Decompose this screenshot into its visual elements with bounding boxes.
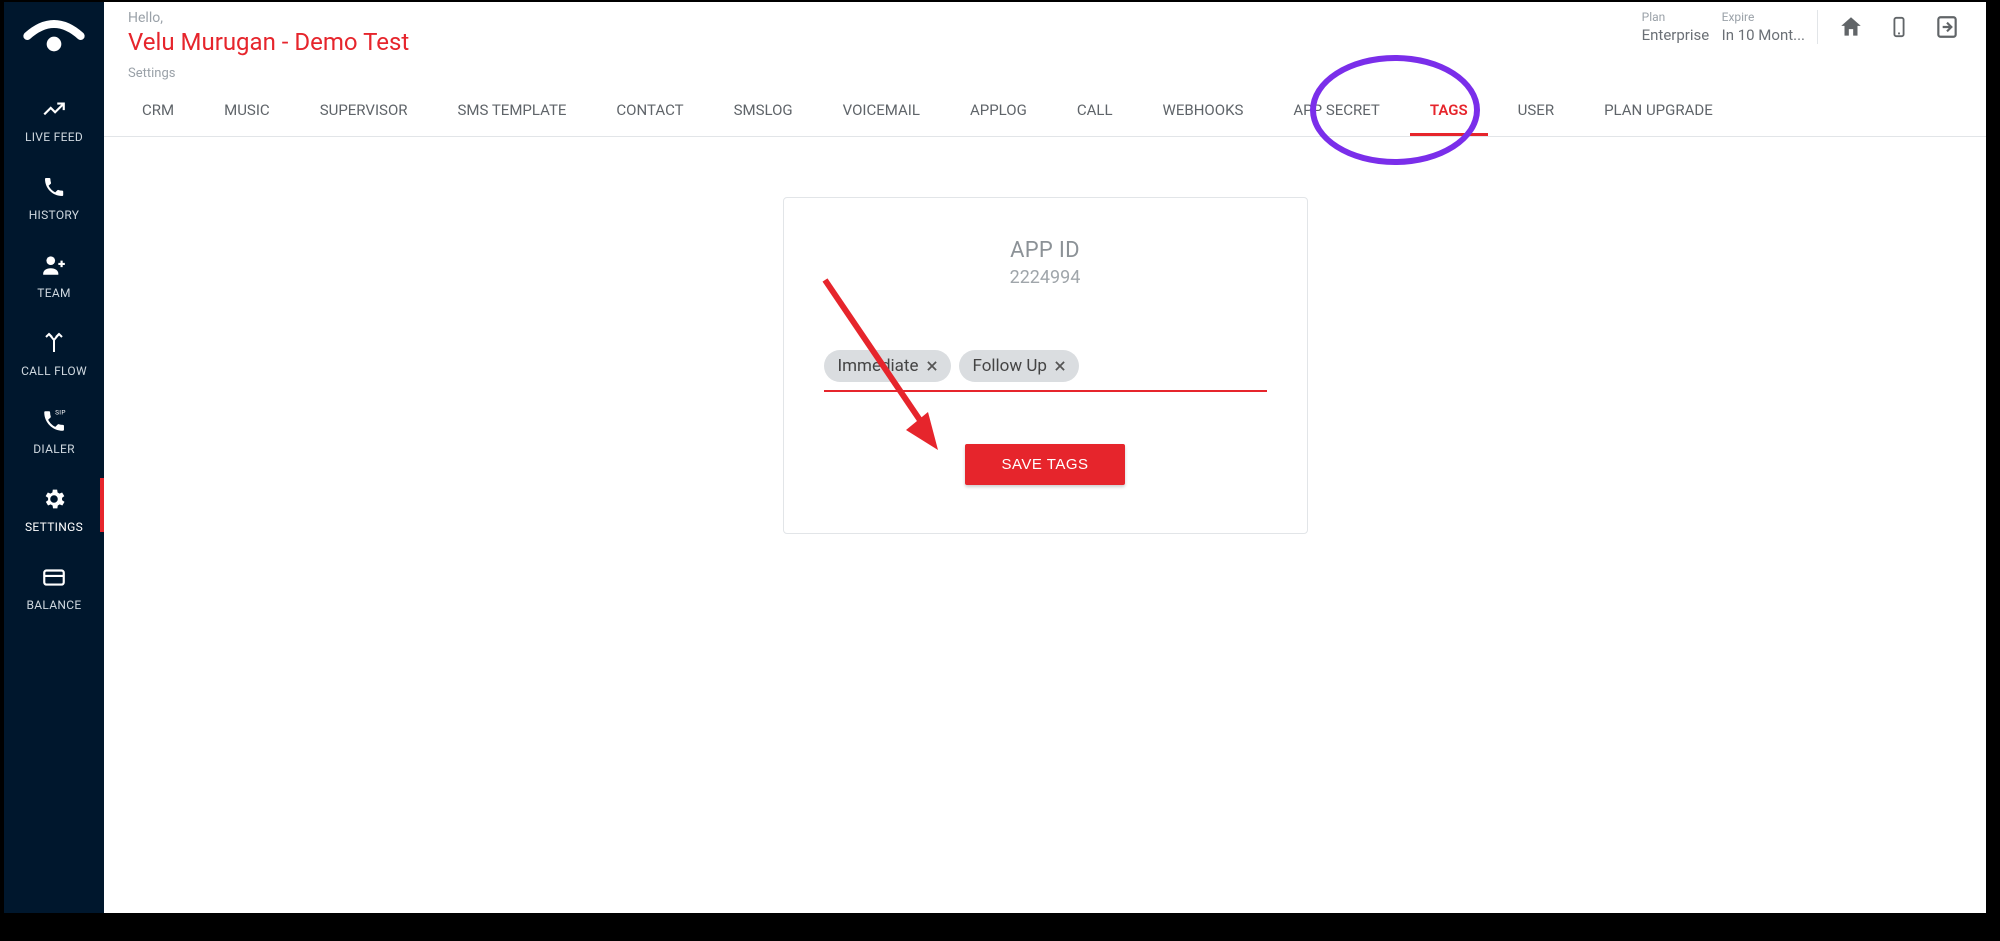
tag-chip-label: Follow Up (973, 356, 1047, 376)
tab-webhooks[interactable]: WEBHOOKS (1143, 87, 1264, 136)
team-add-icon (39, 250, 69, 280)
mobile-icon[interactable] (1884, 12, 1914, 42)
trend-icon (39, 94, 69, 124)
annotation-ellipse (1310, 55, 1480, 165)
tag-chip-label: Immediate (838, 356, 919, 376)
settings-tabs: CRM MUSIC SUPERVISOR SMS TEMPLATE CONTAC… (104, 87, 1986, 137)
tab-smslog[interactable]: SMSLOG (714, 87, 813, 136)
greeting-block: Hello, Velu Murugan - Demo Test (128, 10, 409, 56)
sidebar-item-label: DIALER (8, 442, 100, 456)
expire-label: Expire (1722, 10, 1805, 24)
sidebar-item-settings[interactable]: SETTINGS (4, 466, 104, 544)
tab-music[interactable]: MUSIC (204, 87, 290, 136)
save-tags-button[interactable]: SAVE TAGS (965, 444, 1124, 485)
content-area: APP ID 2224994 Immediate Follow Up (104, 137, 1986, 913)
sidebar-item-history[interactable]: HISTORY (4, 154, 104, 232)
remove-tag-icon[interactable] (1051, 357, 1069, 375)
tab-plan-upgrade[interactable]: PLAN UPGRADE (1584, 87, 1733, 136)
phone-icon (39, 172, 69, 202)
sidebar-item-label: HISTORY (8, 208, 100, 222)
top-right: Plan Enterprise Expire In 10 Mont... (1642, 10, 1962, 44)
sidebar-item-dialer[interactable]: SIP DIALER (4, 388, 104, 466)
logout-icon[interactable] (1932, 12, 1962, 42)
plan-expire-meta: Plan Enterprise Expire In 10 Mont... (1642, 10, 1818, 44)
sidebar-item-label: CALL FLOW (8, 364, 100, 378)
tab-crm[interactable]: CRM (122, 87, 194, 136)
tags-card: APP ID 2224994 Immediate Follow Up (783, 197, 1308, 534)
tag-chip: Follow Up (959, 350, 1079, 382)
sidebar-item-live-feed[interactable]: LIVE FEED (4, 76, 104, 154)
sidebar-item-label: BALANCE (8, 598, 100, 612)
plan-value: Enterprise (1642, 26, 1712, 44)
brand-logo (19, 14, 89, 58)
breadcrumb: Settings (104, 60, 1986, 87)
sidebar-item-balance[interactable]: BALANCE (4, 544, 104, 622)
tags-input[interactable]: Immediate Follow Up (824, 344, 1267, 392)
branch-icon (39, 328, 69, 358)
tab-sms-template[interactable]: SMS TEMPLATE (438, 87, 587, 136)
plan-label: Plan (1642, 10, 1712, 24)
sidebar-item-call-flow[interactable]: CALL FLOW (4, 310, 104, 388)
main-content: Hello, Velu Murugan - Demo Test Plan Ent… (104, 2, 1986, 913)
home-icon[interactable] (1836, 12, 1866, 42)
expire-value: In 10 Mont... (1722, 26, 1805, 44)
tab-supervisor[interactable]: SUPERVISOR (300, 87, 428, 136)
hello-text: Hello, (128, 10, 409, 26)
app-id-value: 2224994 (824, 267, 1267, 288)
tag-chip: Immediate (824, 350, 951, 382)
top-bar: Hello, Velu Murugan - Demo Test Plan Ent… (104, 2, 1986, 60)
card-icon (39, 562, 69, 592)
sidebar-item-label: TEAM (8, 286, 100, 300)
sidebar: LIVE FEED HISTORY TEAM CALL FLOW (4, 2, 104, 913)
tab-voicemail[interactable]: VOICEMAIL (823, 87, 940, 136)
remove-tag-icon[interactable] (923, 357, 941, 375)
svg-text:SIP: SIP (55, 409, 66, 417)
sip-phone-icon: SIP (39, 406, 69, 436)
app-id-label: APP ID (824, 238, 1267, 263)
sidebar-item-team[interactable]: TEAM (4, 232, 104, 310)
account-name: Velu Murugan - Demo Test (128, 28, 409, 56)
tab-applog[interactable]: APPLOG (950, 87, 1047, 136)
sidebar-item-label: LIVE FEED (8, 130, 100, 144)
tab-user[interactable]: USER (1498, 87, 1574, 136)
tab-contact[interactable]: CONTACT (596, 87, 703, 136)
gear-icon (39, 484, 69, 514)
tab-call[interactable]: CALL (1057, 87, 1133, 136)
sidebar-item-label: SETTINGS (8, 520, 100, 534)
